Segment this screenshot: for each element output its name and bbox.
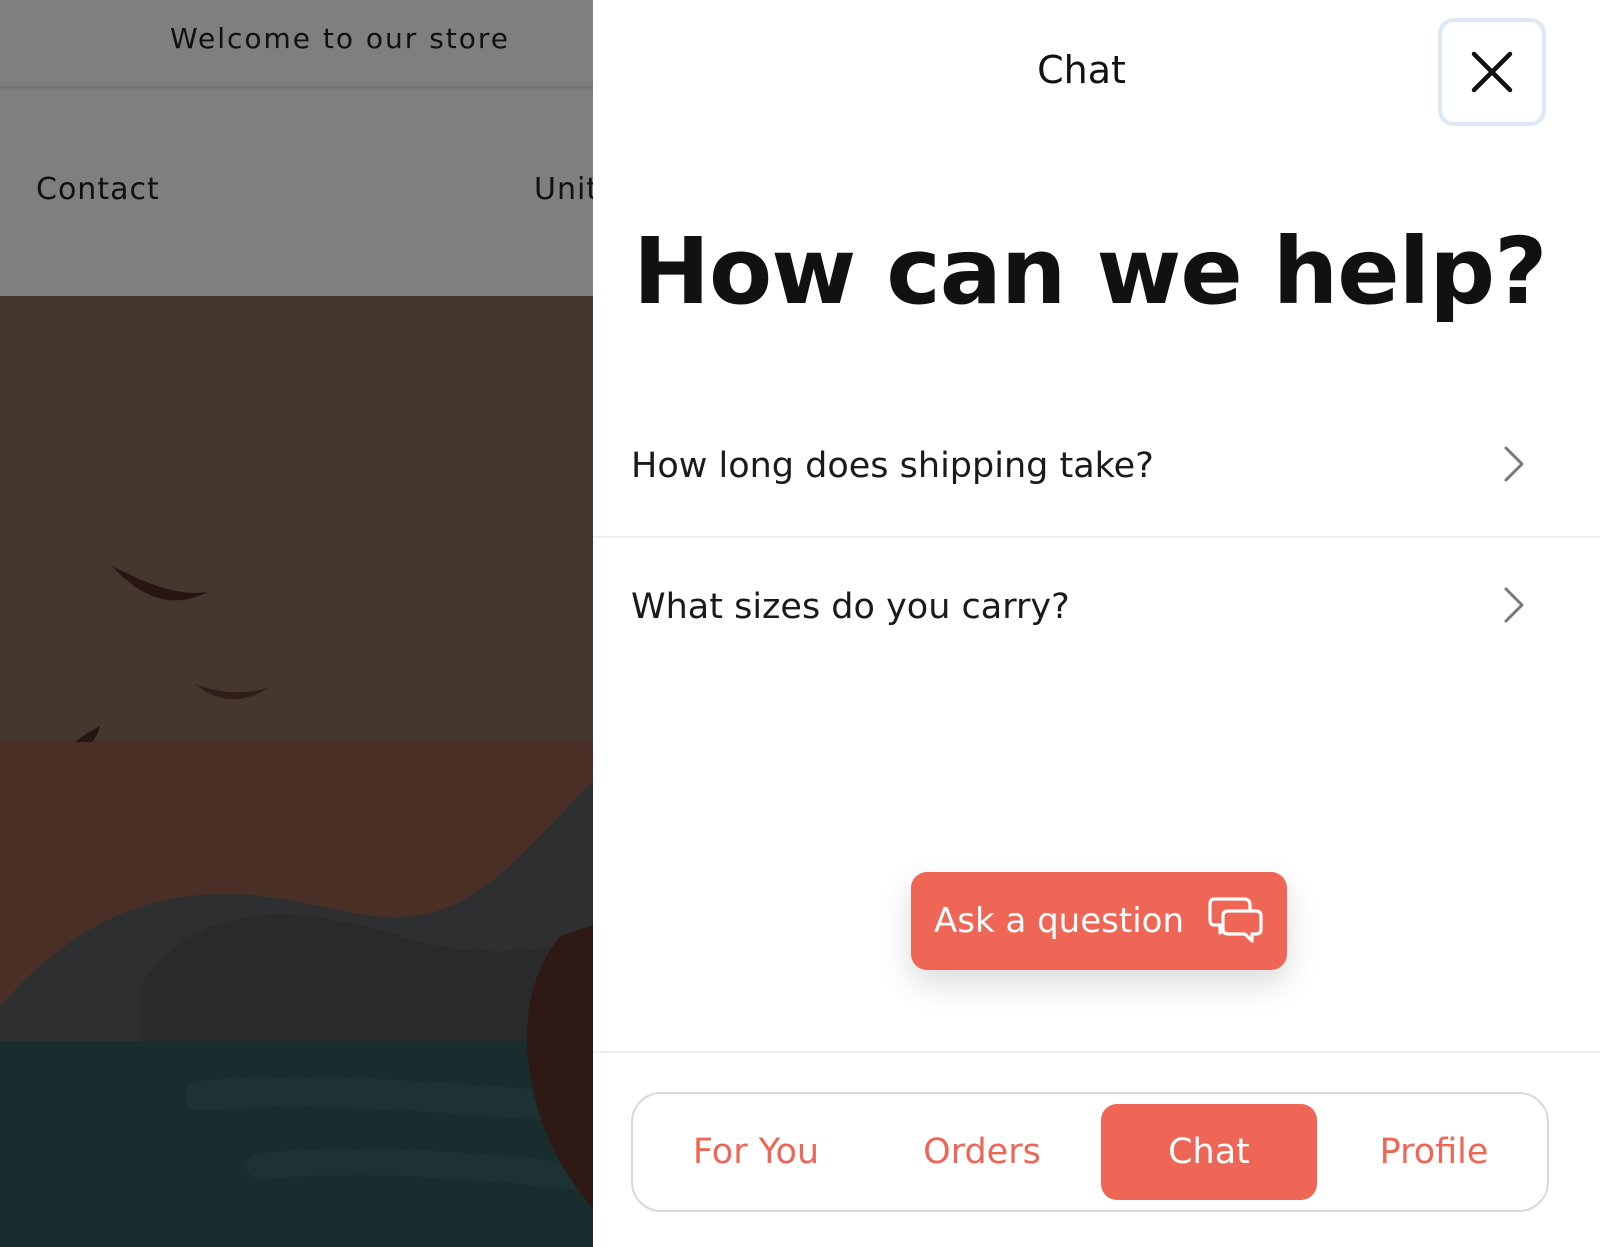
close-icon (1470, 50, 1514, 94)
close-button[interactable] (1438, 18, 1546, 126)
drawer-header: Chat (593, 0, 1600, 150)
drawer-title: Chat (1037, 48, 1126, 92)
faq-question: What sizes do you carry? (631, 587, 1070, 627)
tab-for-you[interactable]: For You (648, 1104, 864, 1200)
tab-chat[interactable]: Chat (1101, 1104, 1317, 1200)
faq-item-shipping[interactable]: How long does shipping take? (593, 396, 1600, 536)
tab-profile[interactable]: Profile (1326, 1104, 1542, 1200)
ask-question-button[interactable]: Ask a question (911, 872, 1287, 970)
ask-question-label: Ask a question (933, 901, 1184, 941)
chevron-right-icon (1503, 445, 1525, 487)
tab-orders[interactable]: Orders (874, 1104, 1090, 1200)
chevron-right-icon (1503, 586, 1525, 628)
faq-question: How long does shipping take? (631, 446, 1154, 486)
chat-bubbles-icon (1208, 893, 1264, 949)
faq-list: How long does shipping take? What sizes … (593, 396, 1600, 676)
page-headline: How can we help? (633, 218, 1547, 325)
faq-item-sizes[interactable]: What sizes do you carry? (593, 536, 1600, 676)
bottom-tab-bar: For You Orders Chat Profile (631, 1092, 1549, 1212)
chat-drawer: Chat How can we help? How long does ship… (593, 0, 1600, 1247)
footer-divider (593, 1051, 1600, 1053)
